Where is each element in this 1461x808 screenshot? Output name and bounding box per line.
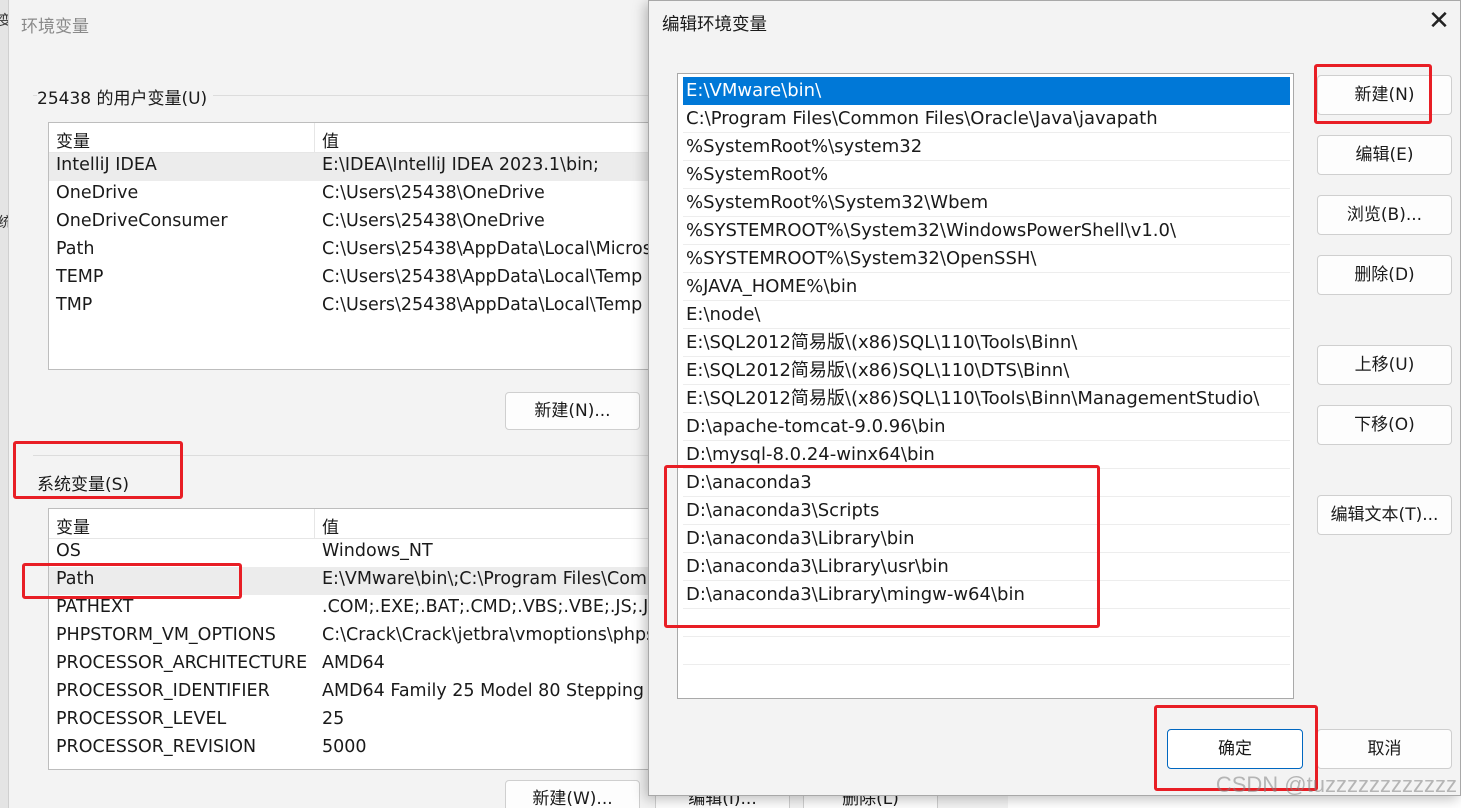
var-value: 25: [322, 709, 345, 729]
column-header-variable[interactable]: 变量: [56, 127, 90, 152]
cancel-button[interactable]: 取消: [1317, 729, 1452, 769]
var-name: IntelliJ IDEA: [56, 155, 157, 175]
path-item[interactable]: E:\VMware\bin\: [683, 77, 1290, 105]
table-row[interactable]: TEMP C:\Users\25438\AppData\Local\Temp: [49, 265, 667, 293]
var-name: OneDrive: [56, 183, 139, 203]
var-value: E:\IDEA\IntelliJ IDEA 2023.1\bin;: [322, 155, 599, 175]
path-item[interactable]: C:\Program Files\Common Files\Oracle\Jav…: [683, 105, 1290, 133]
path-item[interactable]: D:\anaconda3\Library\mingw-w64\bin: [683, 581, 1290, 609]
var-name: PROCESSOR_IDENTIFIER: [56, 681, 270, 701]
table-row[interactable]: OneDrive C:\Users\25438\OneDrive: [49, 181, 667, 209]
table-header: 变量 值: [49, 509, 667, 539]
browse-button[interactable]: 浏览(B)...: [1317, 195, 1452, 235]
edit-text-button[interactable]: 编辑文本(T)...: [1317, 495, 1452, 535]
table-row[interactable]: PATHEXT .COM;.EXE;.BAT;.CMD;.VBS;.VBE;.JS…: [49, 595, 667, 623]
table-row[interactable]: PROCESSOR_IDENTIFIER AMD64 Family 25 Mode…: [49, 679, 667, 707]
path-item[interactable]: D:\mysql-8.0.24-winx64\bin: [683, 441, 1290, 469]
path-item[interactable]: E:\SQL2012简易版\(x86)SQL\110\Tools\Binn\Ma…: [683, 385, 1290, 413]
var-name: TEMP: [56, 267, 104, 287]
path-item[interactable]: D:\apache-tomcat-9.0.96\bin: [683, 413, 1290, 441]
path-item[interactable]: %JAVA_HOME%\bin: [683, 273, 1290, 301]
env-vars-window-title: 环境变量: [21, 17, 89, 37]
var-name: PROCESSOR_REVISION: [56, 737, 257, 757]
path-item[interactable]: E:\node\: [683, 301, 1290, 329]
path-item[interactable]: %SystemRoot%: [683, 161, 1290, 189]
path-item[interactable]: D:\anaconda3\Library\bin: [683, 525, 1290, 553]
var-name: PATHEXT: [56, 597, 134, 617]
path-item[interactable]: [683, 609, 1290, 637]
var-value: C:\Users\25438\AppData\Local\Micros: [322, 239, 652, 259]
column-header-variable[interactable]: 变量: [56, 513, 90, 538]
system-vars-table[interactable]: 变量 值 OS Windows_NT Path E:\VMware\bin\;C:\…: [48, 508, 668, 770]
var-name: OS: [56, 541, 81, 561]
user-vars-label: 25438 的用户变量(U): [37, 84, 214, 109]
var-value: C:\Users\25438\OneDrive: [322, 211, 545, 231]
edit-env-var-dialog: 编辑环境变量 ✕ E:\VMware\bin\ C:\Program Files\…: [648, 0, 1461, 796]
column-divider[interactable]: [314, 509, 315, 539]
delete-button[interactable]: 删除(D): [1317, 255, 1452, 295]
move-up-button[interactable]: 上移(U): [1317, 345, 1452, 385]
path-item[interactable]: %SYSTEMROOT%\System32\WindowsPowerShell\…: [683, 217, 1290, 245]
var-name: PROCESSOR_ARCHITECTURE: [56, 653, 308, 673]
dialog-title: 编辑环境变量: [662, 15, 767, 35]
table-row[interactable]: OS Windows_NT: [49, 539, 667, 567]
var-name: Path: [56, 239, 95, 259]
table-header: 变量 值: [49, 123, 667, 153]
var-value: C:\Users\25438\AppData\Local\Temp: [322, 295, 643, 315]
path-item[interactable]: %SystemRoot%\System32\Wbem: [683, 189, 1290, 217]
path-item[interactable]: E:\SQL2012简易版\(x86)SQL\110\DTS\Binn\: [683, 357, 1290, 385]
watermark: CSDN @tuzzzzzzzzzzzz: [1215, 772, 1457, 797]
var-value: 5000: [322, 737, 367, 757]
table-row[interactable]: PROCESSOR_LEVEL 25: [49, 707, 667, 735]
table-row[interactable]: Path E:\VMware\bin\;C:\Program Files\Com: [49, 567, 667, 595]
var-name: Path: [56, 569, 95, 589]
new-button[interactable]: 新建(N): [1317, 75, 1452, 115]
column-divider[interactable]: [314, 123, 315, 153]
var-name: OneDriveConsumer: [56, 211, 228, 231]
table-row[interactable]: PROCESSOR_ARCHITECTURE AMD64: [49, 651, 667, 679]
var-value: C:\Users\25438\AppData\Local\Temp: [322, 267, 643, 287]
divider: [33, 455, 683, 456]
edit-button[interactable]: 编辑(E): [1317, 135, 1452, 175]
var-value: AMD64: [322, 653, 385, 673]
path-item[interactable]: D:\anaconda3\Scripts: [683, 497, 1290, 525]
ok-button[interactable]: 确定: [1167, 729, 1303, 769]
user-new-button[interactable]: 新建(N)...: [505, 392, 640, 430]
edge-strip: 变 统: [0, 0, 12, 808]
var-value: Windows_NT: [322, 541, 433, 561]
table-row[interactable]: PROCESSOR_REVISION 5000: [49, 735, 667, 763]
close-icon[interactable]: ✕: [1424, 7, 1454, 37]
column-header-value[interactable]: 值: [322, 127, 339, 152]
var-name: PROCESSOR_LEVEL: [56, 709, 227, 729]
path-item[interactable]: %SystemRoot%\system32: [683, 133, 1290, 161]
column-header-value[interactable]: 值: [322, 513, 339, 538]
path-item[interactable]: D:\anaconda3\Library\usr\bin: [683, 553, 1290, 581]
path-item[interactable]: E:\SQL2012简易版\(x86)SQL\110\Tools\Binn\: [683, 329, 1290, 357]
system-new-button[interactable]: 新建(W)...: [505, 780, 640, 808]
path-item[interactable]: %SYSTEMROOT%\System32\OpenSSH\: [683, 245, 1290, 273]
path-item[interactable]: D:\anaconda3: [683, 469, 1290, 497]
var-value: AMD64 Family 25 Model 80 Stepping: [322, 681, 645, 701]
var-name: PHPSTORM_VM_OPTIONS: [56, 625, 276, 645]
var-value: E:\VMware\bin\;C:\Program Files\Com: [322, 569, 647, 589]
path-list[interactable]: E:\VMware\bin\ C:\Program Files\Common Fi…: [677, 73, 1294, 699]
user-vars-table[interactable]: 变量 值 IntelliJ IDEA E:\IDEA\IntelliJ IDEA …: [48, 122, 668, 370]
move-down-button[interactable]: 下移(O): [1317, 405, 1452, 445]
var-value: C:\Crack\Crack\jetbra\vmoptions\phps: [322, 625, 656, 645]
system-vars-label: 系统变量(S): [37, 470, 136, 495]
path-item[interactable]: [683, 637, 1290, 665]
table-row[interactable]: OneDriveConsumer C:\Users\25438\OneDrive: [49, 209, 667, 237]
table-row[interactable]: TMP C:\Users\25438\AppData\Local\Temp: [49, 293, 667, 321]
var-name: TMP: [56, 295, 93, 315]
table-row[interactable]: PHPSTORM_VM_OPTIONS C:\Crack\Crack\jetbra…: [49, 623, 667, 651]
var-value: .COM;.EXE;.BAT;.CMD;.VBS;.VBE;.JS;.JSE;: [322, 597, 668, 617]
var-value: C:\Users\25438\OneDrive: [322, 183, 545, 203]
table-row[interactable]: IntelliJ IDEA E:\IDEA\IntelliJ IDEA 2023.…: [49, 153, 667, 181]
table-row[interactable]: Path C:\Users\25438\AppData\Local\Micros: [49, 237, 667, 265]
